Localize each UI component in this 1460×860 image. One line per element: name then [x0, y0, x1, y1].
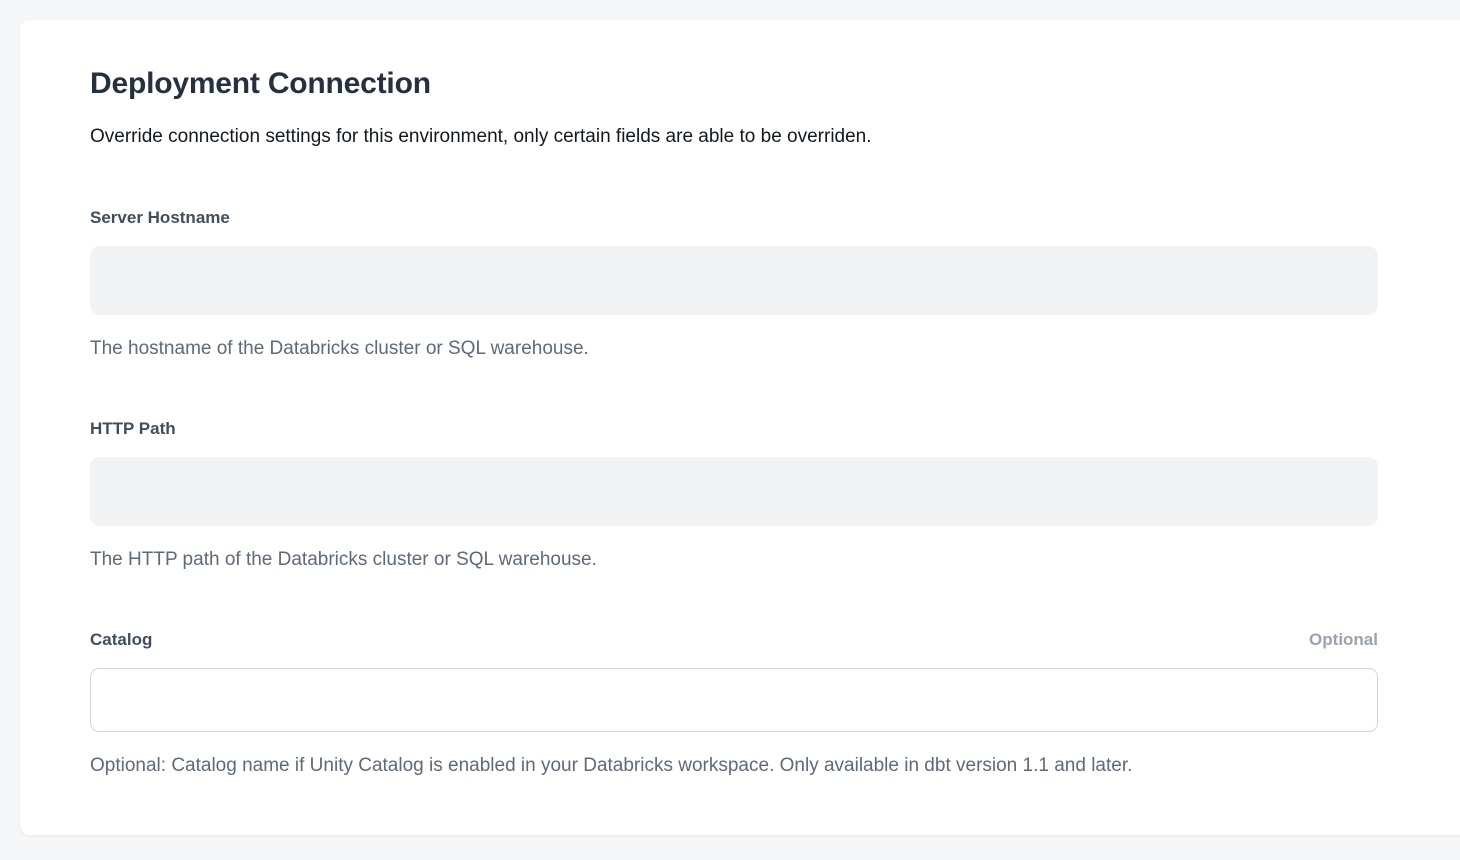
catalog-input[interactable] — [90, 668, 1378, 732]
page-title: Deployment Connection — [90, 66, 1378, 102]
deployment-connection-card: Deployment Connection Override connectio… — [20, 20, 1460, 835]
http-path-label: HTTP Path — [90, 417, 176, 440]
catalog-optional-badge: Optional — [1309, 628, 1378, 651]
http-path-input — [90, 457, 1378, 526]
field-catalog: Catalog Optional Optional: Catalog name … — [90, 628, 1378, 778]
http-path-help: The HTTP path of the Databricks cluster … — [90, 547, 1378, 572]
card-content: Deployment Connection Override connectio… — [20, 20, 1378, 778]
server-hostname-help: The hostname of the Databricks cluster o… — [90, 336, 1378, 361]
catalog-label: Catalog — [90, 628, 152, 651]
server-hostname-input — [90, 246, 1378, 315]
field-server-hostname: Server Hostname The hostname of the Data… — [90, 206, 1378, 361]
server-hostname-label: Server Hostname — [90, 206, 230, 229]
field-http-path: HTTP Path The HTTP path of the Databrick… — [90, 417, 1378, 572]
catalog-help: Optional: Catalog name if Unity Catalog … — [90, 753, 1378, 778]
page-subtitle: Override connection settings for this en… — [90, 124, 1378, 150]
